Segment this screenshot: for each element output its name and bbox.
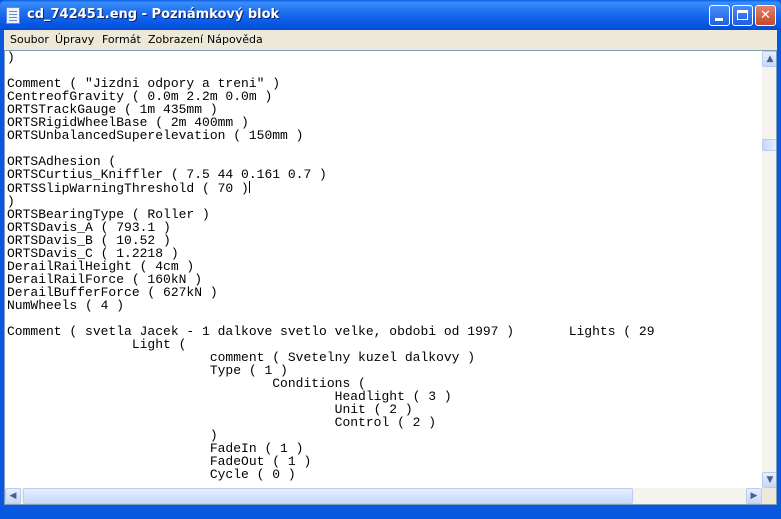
editor-line: NumWheels ( 4 )	[7, 298, 125, 313]
scroll-up-button[interactable]: ▲	[762, 51, 776, 67]
close-button[interactable]: ✕	[755, 5, 776, 26]
horizontal-scrollbar[interactable]: ◀ ▶	[5, 488, 762, 504]
menu-upravy[interactable]: Úpravy	[55, 33, 94, 46]
editor-line: )	[7, 50, 15, 65]
size-grip[interactable]	[762, 488, 776, 504]
editor-line: ORTSCurtius_Kniffler ( 7.5 44 0.161 0.7 …	[7, 167, 327, 182]
editor-line: ORTSUnbalancedSuperelevation ( 150mm )	[7, 128, 304, 143]
menu-zobrazeni[interactable]: Zobrazení	[148, 33, 203, 46]
editor-line: ORTSSlipWarningThreshold ( 70 )	[7, 181, 249, 196]
menu-bar: Soubor Úpravy Formát Zobrazení Nápověda	[4, 30, 777, 50]
notepad-window: cd_742451.eng - Poznámkový blok ✕ Soubor…	[0, 0, 781, 519]
vertical-scrollbar[interactable]: ▲ ▼	[762, 51, 776, 488]
editor-line: Cycle ( 0 )	[7, 467, 296, 482]
editor-text[interactable]: ) Comment ( "Jizdni odpory a treni" ) Ce…	[7, 51, 655, 481]
title-bar[interactable]: cd_742451.eng - Poznámkový blok ✕	[0, 0, 781, 30]
window-title: cd_742451.eng - Poznámkový blok	[27, 7, 280, 22]
notepad-icon[interactable]	[6, 7, 20, 24]
editor-area[interactable]: ) Comment ( "Jizdni odpory a treni" ) Ce…	[4, 50, 777, 505]
scroll-left-button[interactable]: ◀	[5, 488, 21, 504]
minimize-button[interactable]	[709, 5, 730, 26]
horizontal-scroll-thumb[interactable]	[23, 488, 633, 504]
text-caret	[248, 181, 250, 193]
menu-format[interactable]: Formát	[102, 33, 141, 46]
vertical-scroll-thumb[interactable]	[762, 139, 776, 151]
maximize-button[interactable]	[732, 5, 753, 26]
scroll-down-button[interactable]: ▼	[762, 472, 776, 488]
menu-soubor[interactable]: Soubor	[10, 33, 49, 46]
scroll-right-button[interactable]: ▶	[746, 488, 762, 504]
menu-napoveda[interactable]: Nápověda	[207, 33, 263, 46]
